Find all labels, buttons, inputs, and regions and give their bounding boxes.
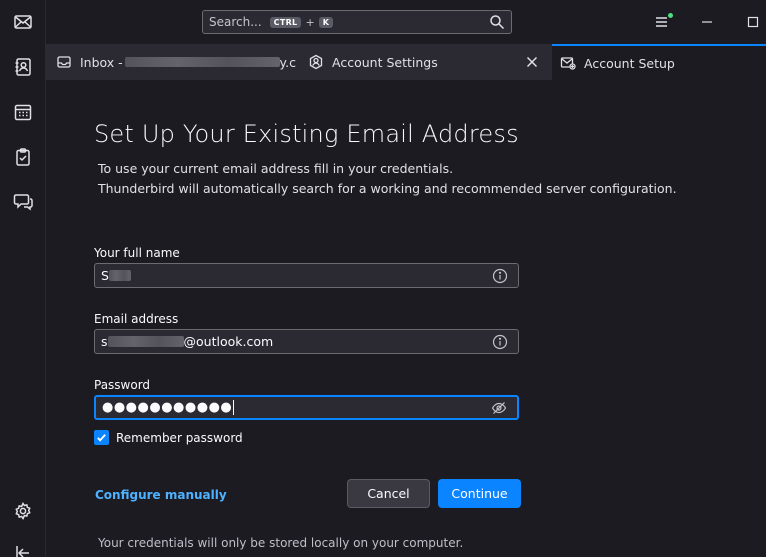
account-setup-page: Set Up Your Existing Email Address To us… <box>46 80 766 557</box>
text-caret <box>233 400 235 415</box>
titlebar: Search... CTRL + K <box>46 0 766 44</box>
update-badge <box>668 13 673 18</box>
password-input[interactable]: ●●●●●●●●●●● <box>94 395 519 420</box>
account-settings-icon <box>309 54 323 70</box>
chat-space-button[interactable] <box>8 186 38 216</box>
tab-account-setup-label: Account Setup <box>584 55 675 71</box>
gear-icon <box>15 502 31 520</box>
description-line-1: To use your current email address fill i… <box>98 161 454 176</box>
collapse-toolbar-button[interactable] <box>8 538 38 557</box>
tab-inbox[interactable]: Inbox - y.c <box>56 44 296 80</box>
spaces-toolbar <box>0 0 46 557</box>
calendar-icon <box>14 104 32 121</box>
mail-space-button[interactable] <box>8 7 38 37</box>
password-label: Password <box>94 378 151 392</box>
tab-account-settings-label: Account Settings <box>332 54 438 70</box>
maximize-icon <box>747 16 759 28</box>
tasks-space-button[interactable] <box>8 142 38 172</box>
collapse-icon <box>16 546 29 557</box>
global-search-input[interactable]: Search... CTRL + K <box>202 10 512 34</box>
mail-setup-icon <box>560 57 576 70</box>
minimize-button[interactable] <box>697 12 717 32</box>
calendar-space-button[interactable] <box>8 97 38 127</box>
tab-bar: Inbox - y.c Account Settings Account Set… <box>46 44 766 80</box>
configure-manually-link[interactable]: Configure manually <box>95 488 227 502</box>
search-placeholder: Search... <box>209 15 262 29</box>
eye-hidden-icon[interactable] <box>491 400 507 416</box>
email-input[interactable]: s @outlook.com <box>94 329 519 354</box>
close-icon[interactable] <box>524 54 540 70</box>
maximize-button[interactable] <box>743 12 763 32</box>
settings-space-button[interactable] <box>8 496 38 526</box>
checkmark-icon <box>97 434 106 442</box>
full-name-label: Your full name <box>94 246 180 260</box>
shortcut-plus: + <box>305 15 315 29</box>
minimize-icon <box>702 21 712 23</box>
address-book-icon <box>15 58 31 76</box>
chat-icon <box>13 194 33 211</box>
shortcut-key-ctrl: CTRL <box>269 16 302 28</box>
email-label: Email address <box>94 312 179 326</box>
remember-password-row[interactable]: Remember password <box>94 430 243 445</box>
description-line-2: Thunderbird will automatically search fo… <box>98 181 677 196</box>
redacted-account-name <box>124 57 280 67</box>
remember-password-label: Remember password <box>116 430 243 445</box>
redacted-email-user <box>107 336 184 347</box>
info-icon[interactable] <box>492 268 508 284</box>
redacted-name <box>108 270 131 281</box>
shortcut-key-k: K <box>318 16 334 28</box>
address-book-space-button[interactable] <box>8 52 38 82</box>
full-name-value: S <box>101 268 109 283</box>
cancel-button[interactable]: Cancel <box>347 479 430 508</box>
tab-account-setup[interactable]: Account Setup <box>552 44 766 80</box>
credentials-footnote: Your credentials will only be stored loc… <box>98 536 464 550</box>
info-icon[interactable] <box>492 334 508 350</box>
email-value-suffix: @outlook.com <box>183 334 274 349</box>
tab-inbox-label-prefix: Inbox - <box>80 54 123 70</box>
tab-account-settings[interactable]: Account Settings <box>308 44 548 80</box>
search-icon[interactable] <box>489 14 505 30</box>
tab-inbox-label-suffix: y.c <box>279 54 296 70</box>
remember-password-checkbox[interactable] <box>94 430 109 445</box>
full-name-input[interactable]: S <box>94 263 519 288</box>
app-menu-button[interactable] <box>652 12 673 32</box>
continue-button[interactable]: Continue <box>438 479 521 508</box>
email-value-prefix: s <box>101 334 108 349</box>
tasks-icon <box>16 148 30 166</box>
inbox-icon <box>57 56 71 68</box>
mail-icon <box>14 15 32 29</box>
password-value: ●●●●●●●●●●● <box>102 400 233 415</box>
page-title: Set Up Your Existing Email Address <box>94 120 519 148</box>
thunderbird-window: Search... CTRL + K Inbox - y.c Account S… <box>0 0 766 557</box>
